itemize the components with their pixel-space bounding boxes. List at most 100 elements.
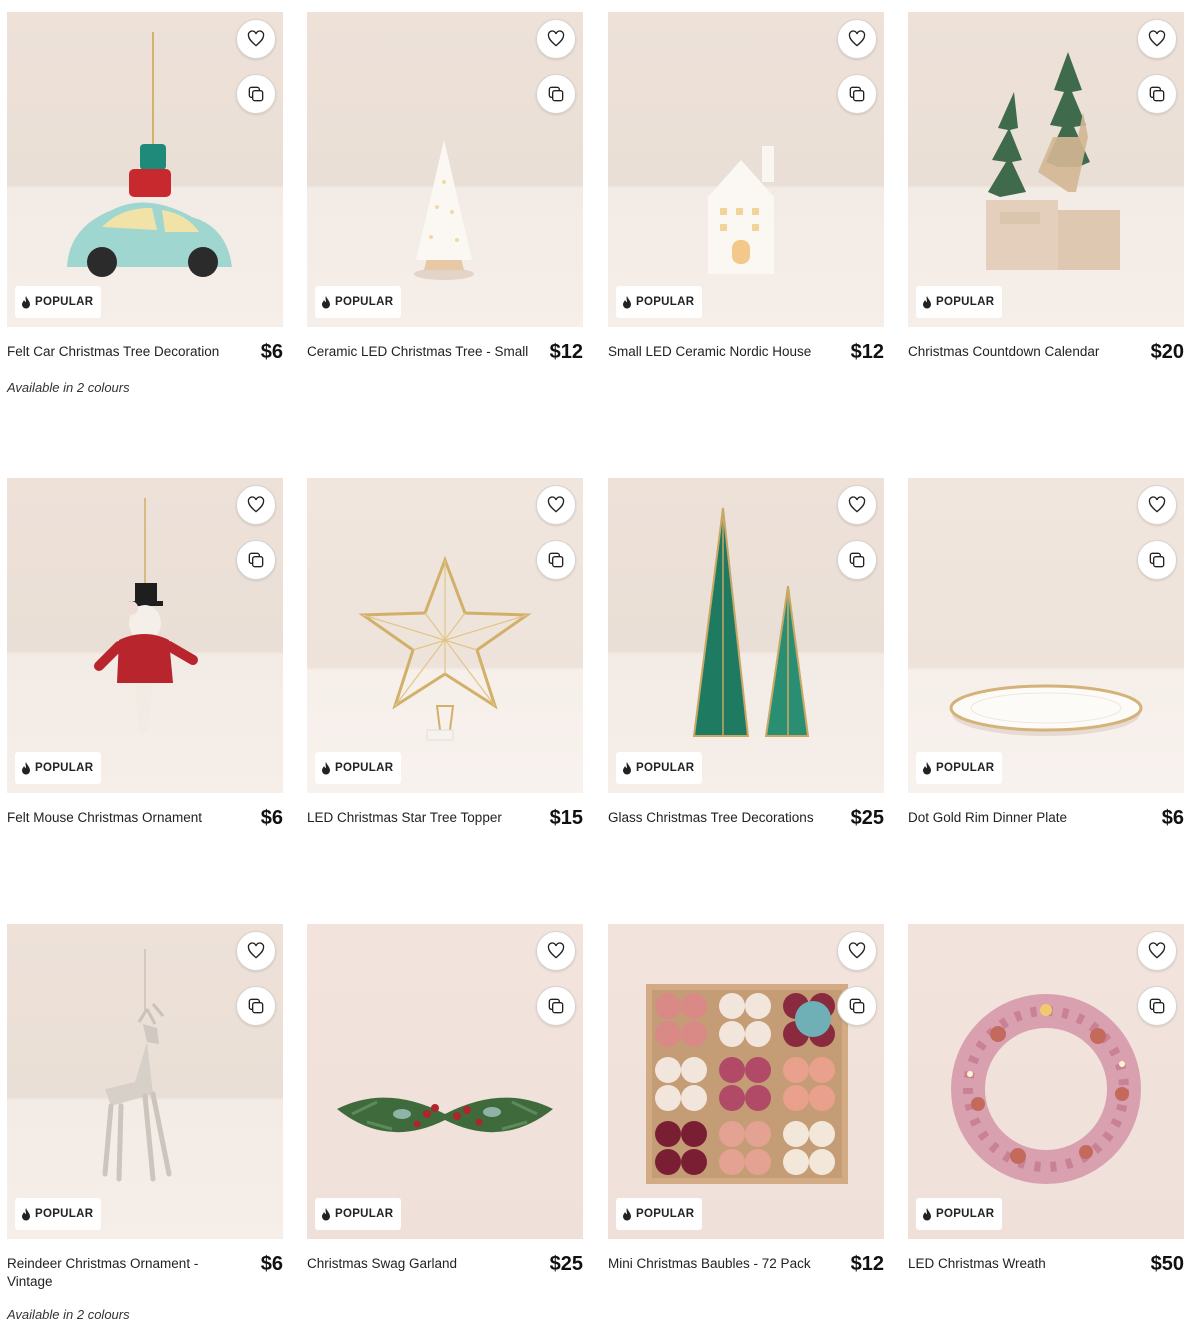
baubles-box-image	[646, 984, 848, 1184]
product-card[interactable]: POPULAR Dot Gold Rim Dinner Plate $6	[908, 478, 1184, 828]
product-card[interactable]: POPULAR Felt Mouse Christmas Ornament $6	[7, 478, 283, 828]
wishlist-button[interactable]	[236, 19, 276, 59]
wishlist-button[interactable]	[1137, 19, 1177, 59]
reindeer-ornament-image	[102, 949, 172, 1182]
product-card[interactable]: POPULAR Small LED Ceramic Nordic House $…	[608, 12, 884, 362]
product-image[interactable]: POPULAR	[307, 924, 583, 1239]
flame-icon	[322, 1207, 330, 1220]
badge-label: POPULAR	[35, 762, 94, 774]
compare-button[interactable]	[837, 74, 877, 114]
glass-trees-image	[692, 507, 810, 737]
compare-button[interactable]	[1137, 74, 1177, 114]
wishlist-button[interactable]	[236, 485, 276, 525]
product-card[interactable]: POPULAR Christmas Countdown Calendar $20	[908, 12, 1184, 362]
compare-button[interactable]	[236, 540, 276, 580]
badge-label: POPULAR	[35, 1208, 94, 1220]
heart-icon	[848, 496, 866, 513]
badge-label: POPULAR	[335, 1208, 394, 1220]
heart-icon	[247, 942, 265, 959]
colour-availability[interactable]: Available in 2 colours	[7, 380, 283, 395]
wishlist-button[interactable]	[236, 931, 276, 971]
compare-button[interactable]	[837, 986, 877, 1026]
product-name[interactable]: Christmas Swag Garland	[307, 1254, 457, 1273]
wishlist-button[interactable]	[837, 19, 877, 59]
popular-badge: POPULAR	[315, 1198, 402, 1230]
product-price: $50	[1150, 1253, 1184, 1275]
compare-button[interactable]	[236, 986, 276, 1026]
popular-badge: POPULAR	[15, 752, 102, 784]
compare-button[interactable]	[1137, 540, 1177, 580]
product-card[interactable]: POPULAR LED Christmas Wreath $50	[908, 924, 1184, 1274]
heart-icon	[547, 942, 565, 959]
product-image[interactable]: POPULAR	[7, 924, 283, 1239]
product-name[interactable]: Small LED Ceramic Nordic House	[608, 342, 811, 361]
product-image[interactable]: POPULAR	[608, 12, 884, 327]
flame-icon	[22, 1207, 30, 1220]
wishlist-button[interactable]	[536, 19, 576, 59]
product-price: $25	[549, 1253, 583, 1275]
wishlist-button[interactable]	[1137, 485, 1177, 525]
product-price: $12	[850, 1253, 884, 1275]
badge-label: POPULAR	[636, 296, 695, 308]
product-image[interactable]: POPULAR	[307, 478, 583, 793]
product-price: $6	[260, 1253, 283, 1275]
compare-icon	[849, 552, 865, 568]
product-image[interactable]: POPULAR	[908, 12, 1184, 327]
product-card[interactable]: POPULAR Reindeer Christmas Ornament - Vi…	[7, 924, 283, 1322]
product-name[interactable]: Glass Christmas Tree Decorations	[608, 808, 814, 827]
compare-icon	[248, 86, 264, 102]
product-name[interactable]: Ceramic LED Christmas Tree - Small	[307, 342, 528, 361]
heart-icon	[547, 30, 565, 47]
product-image[interactable]: POPULAR	[7, 12, 283, 327]
compare-button[interactable]	[1137, 986, 1177, 1026]
popular-badge: POPULAR	[916, 286, 1003, 318]
product-name[interactable]: Reindeer Christmas Ornament - Vintage	[7, 1254, 243, 1291]
heart-icon	[848, 942, 866, 959]
product-card[interactable]: POPULAR Ceramic LED Christmas Tree - Sma…	[307, 12, 583, 362]
product-image[interactable]: POPULAR	[7, 478, 283, 793]
wishlist-button[interactable]	[837, 931, 877, 971]
product-price: $25	[850, 807, 884, 829]
product-name[interactable]: Christmas Countdown Calendar	[908, 342, 1099, 361]
countdown-calendar-image	[986, 52, 1120, 270]
ceramic-tree-image	[414, 140, 474, 280]
product-card[interactable]: POPULAR Mini Christmas Baubles - 72 Pack…	[608, 924, 884, 1274]
flame-icon	[322, 761, 330, 774]
product-image[interactable]: POPULAR	[908, 478, 1184, 793]
flame-icon	[322, 295, 330, 308]
compare-button[interactable]	[236, 74, 276, 114]
compare-icon	[548, 86, 564, 102]
compare-button[interactable]	[536, 540, 576, 580]
product-name[interactable]: LED Christmas Star Tree Topper	[307, 808, 502, 827]
popular-badge: POPULAR	[916, 1198, 1003, 1230]
heart-icon	[1148, 30, 1166, 47]
badge-label: POPULAR	[35, 296, 94, 308]
wishlist-button[interactable]	[837, 485, 877, 525]
compare-button[interactable]	[837, 540, 877, 580]
product-card[interactable]: POPULAR LED Christmas Star Tree Topper $…	[307, 478, 583, 828]
wishlist-button[interactable]	[1137, 931, 1177, 971]
product-name[interactable]: Felt Mouse Christmas Ornament	[7, 808, 202, 827]
wishlist-button[interactable]	[536, 931, 576, 971]
product-grid: POPULAR Felt Car Christmas Tree Decorati…	[0, 0, 1200, 1322]
product-image[interactable]: POPULAR	[307, 12, 583, 327]
badge-label: POPULAR	[335, 762, 394, 774]
product-card[interactable]: POPULAR Glass Christmas Tree Decorations…	[608, 478, 884, 828]
product-name[interactable]: Dot Gold Rim Dinner Plate	[908, 808, 1067, 827]
compare-button[interactable]	[536, 74, 576, 114]
product-name[interactable]: LED Christmas Wreath	[908, 1254, 1046, 1273]
product-image[interactable]: POPULAR	[908, 924, 1184, 1239]
product-image[interactable]: POPULAR	[608, 924, 884, 1239]
heart-icon	[547, 496, 565, 513]
heart-icon	[1148, 496, 1166, 513]
swag-garland-image	[337, 1097, 553, 1133]
product-card[interactable]: POPULAR Felt Car Christmas Tree Decorati…	[7, 12, 283, 395]
compare-button[interactable]	[536, 986, 576, 1026]
dinner-plate-image	[949, 684, 1143, 736]
wishlist-button[interactable]	[536, 485, 576, 525]
product-name[interactable]: Felt Car Christmas Tree Decoration	[7, 342, 219, 361]
product-name[interactable]: Mini Christmas Baubles - 72 Pack	[608, 1254, 811, 1273]
product-card[interactable]: POPULAR Christmas Swag Garland $25	[307, 924, 583, 1274]
compare-icon	[248, 552, 264, 568]
product-image[interactable]: POPULAR	[608, 478, 884, 793]
